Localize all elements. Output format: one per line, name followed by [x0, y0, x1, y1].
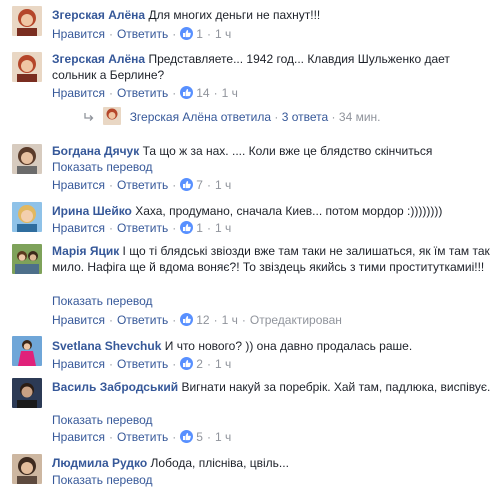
comment-actions: Нравится · Ответить · 2 · 1 ч: [52, 357, 232, 371]
translate-link[interactable]: Показать перевод: [52, 159, 492, 175]
reply-link[interactable]: Ответить: [117, 86, 168, 100]
comment-text: Хаха, продумано, сначала Киев... потом м…: [135, 204, 443, 218]
reply-author[interactable]: Згерская Алёна: [130, 110, 218, 124]
comment-text: И что нового? )) она давно продалась раш…: [164, 339, 413, 353]
like-reaction-icon[interactable]: [180, 430, 194, 443]
comment-author[interactable]: Svetlana Shevchuk: [52, 339, 161, 353]
comment-actions: Нравится · Ответить · 12 · 1 ч · Отредактирован: [52, 313, 342, 327]
comment-text: Та що ж за нах. .... Коли вже це блядств…: [142, 144, 433, 158]
avatar[interactable]: [12, 202, 42, 232]
translate-link[interactable]: Показать перевод: [52, 472, 492, 488]
avatar[interactable]: [12, 144, 42, 174]
comment-actions: Нравится · Ответить · 14 · 1 ч: [52, 86, 238, 100]
reply-arrow-icon: [84, 110, 97, 124]
like-reaction-icon[interactable]: [180, 357, 194, 370]
like-reaction-icon[interactable]: [180, 178, 194, 191]
replies-summary[interactable]: Згерская Алёна ответила · 3 ответа · 34 …: [84, 107, 381, 126]
reply-link[interactable]: Ответить: [117, 178, 168, 192]
like-reaction-icon[interactable]: [180, 27, 194, 40]
like-link[interactable]: Нравится: [52, 313, 105, 327]
reply-link[interactable]: Ответить: [117, 313, 168, 327]
avatar[interactable]: [12, 454, 42, 484]
translate-link[interactable]: Показать перевод: [52, 293, 492, 309]
like-count: 1: [196, 221, 203, 235]
reply-verb[interactable]: ответила: [221, 110, 271, 124]
comment-author[interactable]: Згерская Алёна: [52, 52, 145, 66]
like-count: 7: [196, 178, 203, 192]
edited-label[interactable]: Отредактирован: [250, 313, 342, 327]
comment-text: Лобода, плісніва, цвіль...: [150, 456, 289, 470]
timestamp[interactable]: 1 ч: [215, 221, 231, 235]
like-link[interactable]: Нравится: [52, 178, 105, 192]
like-count: 1: [196, 27, 203, 41]
avatar[interactable]: [12, 52, 42, 82]
avatar[interactable]: [12, 244, 42, 274]
like-count: 2: [196, 357, 203, 371]
reply-time: 34 мин.: [338, 110, 381, 124]
timestamp[interactable]: 1 ч: [222, 313, 238, 327]
comment-text: Для многих деньги не пахнут!!!: [148, 8, 321, 22]
comment-author[interactable]: Богдана Дячук: [52, 144, 139, 158]
like-count: 14: [196, 86, 210, 100]
comment-actions: Нравится · Ответить · 7 · 1 ч: [52, 178, 232, 192]
reply-link[interactable]: Ответить: [117, 27, 168, 41]
comment-author[interactable]: Згерская Алёна: [52, 8, 145, 22]
comment-actions: Нравится · Ответить · 1 · 1 ч: [52, 221, 232, 235]
like-link[interactable]: Нравится: [52, 430, 105, 444]
avatar[interactable]: [12, 336, 42, 366]
comment-actions: Нравится · Ответить · 1 · 1 ч: [52, 27, 232, 41]
like-link[interactable]: Нравится: [52, 221, 105, 235]
like-reaction-icon[interactable]: [180, 86, 194, 99]
like-reaction-icon[interactable]: [180, 313, 194, 326]
timestamp[interactable]: 1 ч: [215, 178, 231, 192]
avatar[interactable]: [103, 107, 122, 125]
comment-author[interactable]: Василь Забродський: [52, 380, 178, 394]
avatar[interactable]: [12, 378, 42, 408]
avatar[interactable]: [12, 6, 42, 36]
timestamp[interactable]: 1 ч: [215, 357, 231, 371]
like-count: 5: [196, 430, 203, 444]
translate-link[interactable]: Показать перевод: [52, 412, 492, 428]
reply-link[interactable]: Ответить: [117, 357, 168, 371]
comment-actions: Нравится · Ответить · 5 · 1 ч: [52, 430, 232, 444]
reply-link[interactable]: Ответить: [117, 430, 168, 444]
comment-text: Вигнати накуй за поребрік. Хай там, падл…: [181, 380, 491, 394]
like-link[interactable]: Нравится: [52, 357, 105, 371]
reply-count[interactable]: 3 ответа: [282, 110, 328, 124]
comment-author[interactable]: Людмила Рудко: [52, 456, 147, 470]
timestamp[interactable]: 1 ч: [222, 86, 238, 100]
timestamp[interactable]: 1 ч: [215, 27, 231, 41]
reply-link[interactable]: Ответить: [117, 221, 168, 235]
timestamp[interactable]: 1 ч: [215, 430, 231, 444]
like-link[interactable]: Нравится: [52, 27, 105, 41]
like-link[interactable]: Нравится: [52, 86, 105, 100]
like-reaction-icon[interactable]: [180, 221, 194, 234]
comment-author[interactable]: Ирина Шейко: [52, 204, 132, 218]
comment-author[interactable]: Марія Яцик: [52, 244, 119, 258]
like-count: 12: [196, 313, 210, 327]
